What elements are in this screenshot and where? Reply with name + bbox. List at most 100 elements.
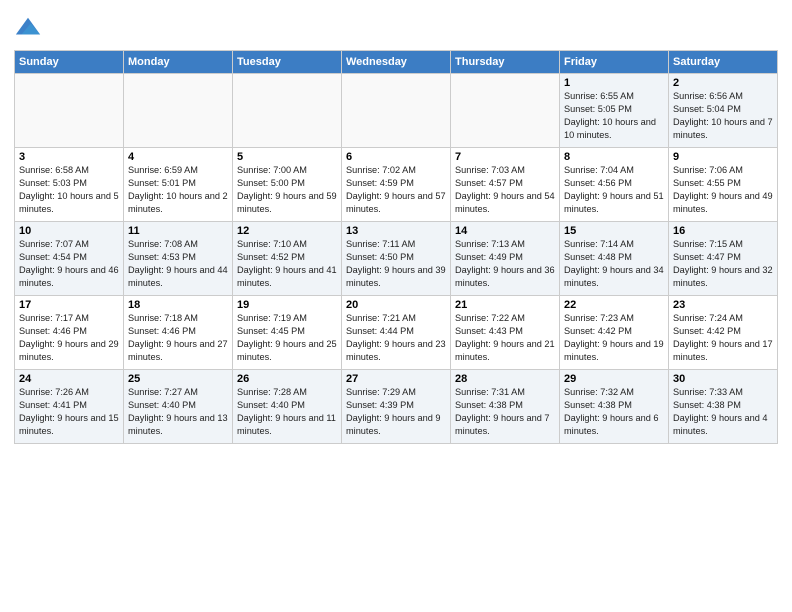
day-info: Sunrise: 6:55 AM Sunset: 5:05 PM Dayligh…	[564, 90, 664, 142]
day-info: Sunrise: 7:02 AM Sunset: 4:59 PM Dayligh…	[346, 164, 446, 216]
day-number: 6	[346, 151, 446, 163]
calendar-week-4: 24Sunrise: 7:26 AM Sunset: 4:41 PM Dayli…	[15, 370, 778, 444]
day-number: 22	[564, 299, 664, 311]
calendar-cell: 6Sunrise: 7:02 AM Sunset: 4:59 PM Daylig…	[342, 148, 451, 222]
day-number: 11	[128, 225, 228, 237]
day-number: 18	[128, 299, 228, 311]
day-info: Sunrise: 6:56 AM Sunset: 5:04 PM Dayligh…	[673, 90, 773, 142]
calendar-cell: 27Sunrise: 7:29 AM Sunset: 4:39 PM Dayli…	[342, 370, 451, 444]
calendar-cell: 9Sunrise: 7:06 AM Sunset: 4:55 PM Daylig…	[669, 148, 778, 222]
day-number: 19	[237, 299, 337, 311]
calendar-cell: 10Sunrise: 7:07 AM Sunset: 4:54 PM Dayli…	[15, 222, 124, 296]
calendar-cell: 8Sunrise: 7:04 AM Sunset: 4:56 PM Daylig…	[560, 148, 669, 222]
day-info: Sunrise: 7:03 AM Sunset: 4:57 PM Dayligh…	[455, 164, 555, 216]
day-number: 26	[237, 373, 337, 385]
calendar-cell: 18Sunrise: 7:18 AM Sunset: 4:46 PM Dayli…	[124, 296, 233, 370]
calendar-cell: 23Sunrise: 7:24 AM Sunset: 4:42 PM Dayli…	[669, 296, 778, 370]
day-number: 12	[237, 225, 337, 237]
day-info: Sunrise: 6:59 AM Sunset: 5:01 PM Dayligh…	[128, 164, 228, 216]
day-info: Sunrise: 7:17 AM Sunset: 4:46 PM Dayligh…	[19, 312, 119, 364]
day-number: 20	[346, 299, 446, 311]
calendar-week-3: 17Sunrise: 7:17 AM Sunset: 4:46 PM Dayli…	[15, 296, 778, 370]
day-info: Sunrise: 7:26 AM Sunset: 4:41 PM Dayligh…	[19, 386, 119, 438]
day-info: Sunrise: 7:31 AM Sunset: 4:38 PM Dayligh…	[455, 386, 555, 438]
day-number: 23	[673, 299, 773, 311]
calendar-cell: 16Sunrise: 7:15 AM Sunset: 4:47 PM Dayli…	[669, 222, 778, 296]
day-number: 7	[455, 151, 555, 163]
col-header-tuesday: Tuesday	[233, 51, 342, 74]
calendar-cell: 22Sunrise: 7:23 AM Sunset: 4:42 PM Dayli…	[560, 296, 669, 370]
day-info: Sunrise: 7:19 AM Sunset: 4:45 PM Dayligh…	[237, 312, 337, 364]
col-header-sunday: Sunday	[15, 51, 124, 74]
day-number: 3	[19, 151, 119, 163]
day-number: 24	[19, 373, 119, 385]
day-number: 10	[19, 225, 119, 237]
calendar-cell: 19Sunrise: 7:19 AM Sunset: 4:45 PM Dayli…	[233, 296, 342, 370]
col-header-thursday: Thursday	[451, 51, 560, 74]
calendar-cell: 21Sunrise: 7:22 AM Sunset: 4:43 PM Dayli…	[451, 296, 560, 370]
day-number: 29	[564, 373, 664, 385]
calendar-cell	[342, 74, 451, 148]
day-number: 4	[128, 151, 228, 163]
calendar-cell: 13Sunrise: 7:11 AM Sunset: 4:50 PM Dayli…	[342, 222, 451, 296]
calendar-cell: 12Sunrise: 7:10 AM Sunset: 4:52 PM Dayli…	[233, 222, 342, 296]
calendar-cell: 30Sunrise: 7:33 AM Sunset: 4:38 PM Dayli…	[669, 370, 778, 444]
day-info: Sunrise: 7:00 AM Sunset: 5:00 PM Dayligh…	[237, 164, 337, 216]
calendar-cell	[15, 74, 124, 148]
calendar-week-2: 10Sunrise: 7:07 AM Sunset: 4:54 PM Dayli…	[15, 222, 778, 296]
day-info: Sunrise: 7:07 AM Sunset: 4:54 PM Dayligh…	[19, 238, 119, 290]
page: SundayMondayTuesdayWednesdayThursdayFrid…	[0, 0, 792, 612]
calendar-cell	[124, 74, 233, 148]
day-number: 25	[128, 373, 228, 385]
day-info: Sunrise: 7:04 AM Sunset: 4:56 PM Dayligh…	[564, 164, 664, 216]
calendar-cell: 5Sunrise: 7:00 AM Sunset: 5:00 PM Daylig…	[233, 148, 342, 222]
day-info: Sunrise: 7:08 AM Sunset: 4:53 PM Dayligh…	[128, 238, 228, 290]
day-info: Sunrise: 7:28 AM Sunset: 4:40 PM Dayligh…	[237, 386, 337, 438]
day-info: Sunrise: 7:24 AM Sunset: 4:42 PM Dayligh…	[673, 312, 773, 364]
calendar-cell: 2Sunrise: 6:56 AM Sunset: 5:04 PM Daylig…	[669, 74, 778, 148]
day-info: Sunrise: 7:06 AM Sunset: 4:55 PM Dayligh…	[673, 164, 773, 216]
calendar-cell: 11Sunrise: 7:08 AM Sunset: 4:53 PM Dayli…	[124, 222, 233, 296]
day-info: Sunrise: 7:14 AM Sunset: 4:48 PM Dayligh…	[564, 238, 664, 290]
calendar-cell: 25Sunrise: 7:27 AM Sunset: 4:40 PM Dayli…	[124, 370, 233, 444]
day-number: 30	[673, 373, 773, 385]
day-number: 1	[564, 77, 664, 89]
day-number: 5	[237, 151, 337, 163]
day-number: 17	[19, 299, 119, 311]
calendar-cell: 4Sunrise: 6:59 AM Sunset: 5:01 PM Daylig…	[124, 148, 233, 222]
calendar-week-0: 1Sunrise: 6:55 AM Sunset: 5:05 PM Daylig…	[15, 74, 778, 148]
calendar-cell: 3Sunrise: 6:58 AM Sunset: 5:03 PM Daylig…	[15, 148, 124, 222]
day-number: 16	[673, 225, 773, 237]
day-info: Sunrise: 7:21 AM Sunset: 4:44 PM Dayligh…	[346, 312, 446, 364]
day-number: 13	[346, 225, 446, 237]
day-number: 15	[564, 225, 664, 237]
col-header-friday: Friday	[560, 51, 669, 74]
logo	[14, 14, 46, 42]
calendar-cell	[451, 74, 560, 148]
calendar-cell: 17Sunrise: 7:17 AM Sunset: 4:46 PM Dayli…	[15, 296, 124, 370]
calendar-cell: 24Sunrise: 7:26 AM Sunset: 4:41 PM Dayli…	[15, 370, 124, 444]
day-info: Sunrise: 6:58 AM Sunset: 5:03 PM Dayligh…	[19, 164, 119, 216]
day-info: Sunrise: 7:32 AM Sunset: 4:38 PM Dayligh…	[564, 386, 664, 438]
calendar-cell: 1Sunrise: 6:55 AM Sunset: 5:05 PM Daylig…	[560, 74, 669, 148]
day-info: Sunrise: 7:10 AM Sunset: 4:52 PM Dayligh…	[237, 238, 337, 290]
day-number: 21	[455, 299, 555, 311]
calendar-cell	[233, 74, 342, 148]
day-number: 9	[673, 151, 773, 163]
day-info: Sunrise: 7:11 AM Sunset: 4:50 PM Dayligh…	[346, 238, 446, 290]
calendar-cell: 28Sunrise: 7:31 AM Sunset: 4:38 PM Dayli…	[451, 370, 560, 444]
day-number: 27	[346, 373, 446, 385]
day-info: Sunrise: 7:23 AM Sunset: 4:42 PM Dayligh…	[564, 312, 664, 364]
day-info: Sunrise: 7:29 AM Sunset: 4:39 PM Dayligh…	[346, 386, 446, 438]
day-number: 8	[564, 151, 664, 163]
calendar-cell: 29Sunrise: 7:32 AM Sunset: 4:38 PM Dayli…	[560, 370, 669, 444]
calendar-cell: 15Sunrise: 7:14 AM Sunset: 4:48 PM Dayli…	[560, 222, 669, 296]
calendar-header-row: SundayMondayTuesdayWednesdayThursdayFrid…	[15, 51, 778, 74]
day-info: Sunrise: 7:18 AM Sunset: 4:46 PM Dayligh…	[128, 312, 228, 364]
day-info: Sunrise: 7:15 AM Sunset: 4:47 PM Dayligh…	[673, 238, 773, 290]
day-number: 28	[455, 373, 555, 385]
calendar-cell: 14Sunrise: 7:13 AM Sunset: 4:49 PM Dayli…	[451, 222, 560, 296]
calendar-cell: 20Sunrise: 7:21 AM Sunset: 4:44 PM Dayli…	[342, 296, 451, 370]
col-header-saturday: Saturday	[669, 51, 778, 74]
calendar-week-1: 3Sunrise: 6:58 AM Sunset: 5:03 PM Daylig…	[15, 148, 778, 222]
